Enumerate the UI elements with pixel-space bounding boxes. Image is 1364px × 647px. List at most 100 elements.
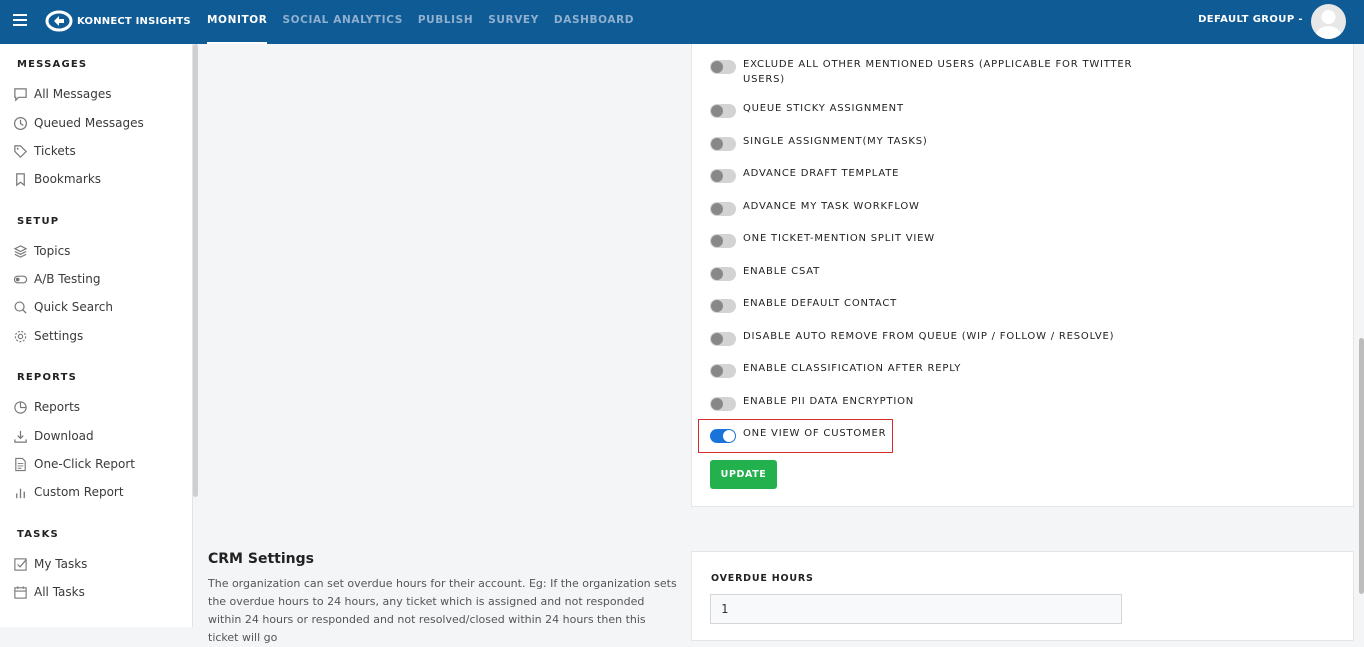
enable-csat-toggle[interactable] bbox=[710, 267, 736, 281]
sidebar-item-my-tasks[interactable]: My Tasks bbox=[13, 554, 87, 574]
top-nav: MONITOR SOCIAL ANALYTICS PUBLISH SURVEY … bbox=[207, 0, 649, 44]
logo-icon bbox=[45, 10, 73, 32]
nav-monitor[interactable]: MONITOR bbox=[207, 0, 268, 44]
nav-publish[interactable]: PUBLISH bbox=[418, 0, 473, 44]
sidebar-item-label: Tickets bbox=[34, 144, 76, 158]
sidebar-item-reports[interactable]: Reports bbox=[13, 397, 80, 417]
checkbox-icon bbox=[14, 557, 27, 571]
sidebar-item-label: Download bbox=[34, 429, 94, 443]
sidebar-item-label: Settings bbox=[34, 329, 84, 343]
group-selector[interactable]: DEFAULT GROUP - bbox=[1198, 14, 1303, 25]
setting-label: DISABLE AUTO REMOVE FROM QUEUE (WIP / FO… bbox=[743, 331, 1115, 342]
sidebar-item-topics[interactable]: Topics bbox=[13, 241, 70, 261]
advance-draft-template-toggle[interactable] bbox=[710, 169, 736, 183]
sidebar-item-settings[interactable]: Settings bbox=[13, 326, 83, 346]
classification-after-reply-toggle[interactable] bbox=[710, 364, 736, 378]
sidebar-item-label: Reports bbox=[34, 400, 81, 414]
logo-text: KONNECT INSIGHTS bbox=[77, 15, 191, 27]
sidebar-item-custom-report[interactable]: Custom Report bbox=[13, 482, 124, 502]
setting-label: ONE TICKET-MENTION SPLIT VIEW bbox=[743, 233, 935, 244]
setting-single-assignment: SINGLE ASSIGNMENT(MY TASKS) bbox=[710, 134, 1133, 151]
highlight-box bbox=[698, 419, 893, 453]
menu-icon[interactable] bbox=[13, 14, 27, 26]
pie-chart-icon bbox=[14, 400, 27, 414]
setting-label: ENABLE CLASSIFICATION AFTER REPLY bbox=[743, 363, 962, 374]
top-bar: KONNECT INSIGHTS MONITOR SOCIAL ANALYTIC… bbox=[0, 0, 1364, 44]
bookmark-icon bbox=[16, 172, 25, 186]
download-icon bbox=[14, 430, 27, 443]
crm-settings-description: The organization can set overdue hours f… bbox=[208, 577, 677, 644]
queue-sticky-assignment-toggle[interactable] bbox=[710, 104, 736, 118]
clock-icon bbox=[13, 116, 28, 130]
ticket-mention-split-view-toggle[interactable] bbox=[710, 234, 736, 248]
update-button[interactable]: UPDATE bbox=[710, 460, 777, 489]
main-scrollbar[interactable] bbox=[1359, 338, 1364, 594]
setting-label: ENABLE PII DATA ENCRYPTION bbox=[743, 396, 915, 407]
avatar[interactable] bbox=[1311, 4, 1346, 39]
setting-advance-draft-template: ADVANCE DRAFT TEMPLATE bbox=[710, 166, 1133, 183]
crm-settings-title: CRM Settings bbox=[208, 551, 314, 567]
single-assignment-toggle[interactable] bbox=[710, 137, 736, 151]
setting-queue-sticky-assignment: QUEUE STICKY ASSIGNMENT bbox=[710, 101, 1133, 118]
setting-enable-default-contact: ENABLE DEFAULT CONTACT bbox=[710, 296, 1133, 313]
setting-label: EXCLUDE ALL OTHER MENTIONED USERS (APPLI… bbox=[743, 59, 1133, 85]
search-icon bbox=[14, 300, 27, 314]
sidebar-item-ab-testing[interactable]: A/B Testing bbox=[13, 269, 101, 289]
layers-icon bbox=[13, 244, 28, 258]
setting-label: ADVANCE MY TASK WORKFLOW bbox=[743, 201, 920, 212]
sidebar-item-label: All Tasks bbox=[34, 585, 85, 599]
pii-data-encryption-toggle[interactable] bbox=[710, 397, 736, 411]
setting-ticket-mention-split-view: ONE TICKET-MENTION SPLIT VIEW bbox=[710, 231, 1133, 248]
sidebar-item-tickets[interactable]: Tickets bbox=[13, 141, 76, 161]
setting-classification-after-reply: ENABLE CLASSIFICATION AFTER REPLY bbox=[710, 361, 1133, 378]
user-icon bbox=[1315, 10, 1342, 39]
disable-auto-remove-toggle[interactable] bbox=[710, 332, 736, 346]
setting-label: ENABLE CSAT bbox=[743, 266, 821, 277]
advance-my-task-workflow-toggle[interactable] bbox=[710, 202, 736, 216]
gear-icon bbox=[14, 330, 27, 342]
nav-survey[interactable]: SURVEY bbox=[488, 0, 539, 44]
section-title-reports: REPORTS bbox=[17, 372, 78, 383]
overdue-hours-input[interactable] bbox=[710, 594, 1122, 624]
section-title-setup: SETUP bbox=[17, 216, 60, 227]
sidebar-item-bookmarks[interactable]: Bookmarks bbox=[13, 169, 101, 189]
calendar-icon bbox=[14, 585, 27, 599]
sidebar-item-label: Queued Messages bbox=[34, 116, 144, 130]
setting-advance-my-task-workflow: ADVANCE MY TASK WORKFLOW bbox=[710, 199, 1133, 216]
setting-label: ENABLE DEFAULT CONTACT bbox=[743, 298, 898, 309]
sidebar-item-label: Bookmarks bbox=[34, 172, 102, 186]
enable-default-contact-toggle[interactable] bbox=[710, 299, 736, 313]
section-title-tasks: TASKS bbox=[17, 529, 59, 540]
sidebar-item-quick-search[interactable]: Quick Search bbox=[13, 297, 113, 317]
nav-dashboard[interactable]: DASHBOARD bbox=[554, 0, 634, 44]
sidebar-scrollbar[interactable] bbox=[193, 44, 198, 497]
setting-exclude-mentioned-users: EXCLUDE ALL OTHER MENTIONED USERS (APPLI… bbox=[710, 57, 1133, 87]
sidebar-item-all-tasks[interactable]: All Tasks bbox=[13, 582, 85, 602]
sidebar-item-label: One-Click Report bbox=[34, 457, 135, 471]
document-icon bbox=[15, 457, 26, 471]
exclude-mentioned-users-toggle[interactable] bbox=[710, 60, 736, 74]
sidebar-item-label: My Tasks bbox=[34, 557, 88, 571]
sidebar-item-label: Topics bbox=[34, 244, 71, 258]
sidebar-item-label: Custom Report bbox=[34, 485, 124, 499]
sidebar-item-download[interactable]: Download bbox=[13, 426, 94, 446]
bar-chart-icon bbox=[16, 488, 25, 498]
nav-social-analytics[interactable]: SOCIAL ANALYTICS bbox=[282, 0, 402, 44]
setting-label: SINGLE ASSIGNMENT(MY TASKS) bbox=[743, 136, 928, 147]
message-icon bbox=[14, 87, 27, 102]
sidebar-item-label: All Messages bbox=[34, 87, 112, 101]
setting-label: QUEUE STICKY ASSIGNMENT bbox=[743, 103, 904, 114]
sidebar-item-label: Quick Search bbox=[34, 300, 113, 314]
logo[interactable]: KONNECT INSIGHTS bbox=[45, 10, 191, 32]
sidebar-item-one-click-report[interactable]: One-Click Report bbox=[13, 454, 135, 474]
setting-label: ADVANCE DRAFT TEMPLATE bbox=[743, 168, 900, 179]
sidebar-item-queued-messages[interactable]: Queued Messages bbox=[13, 113, 144, 133]
tag-icon bbox=[14, 144, 27, 158]
setting-enable-csat: ENABLE CSAT bbox=[710, 264, 1133, 281]
setting-disable-auto-remove: DISABLE AUTO REMOVE FROM QUEUE (WIP / FO… bbox=[710, 329, 1133, 346]
section-title-messages: MESSAGES bbox=[17, 59, 88, 70]
toggle-icon bbox=[13, 275, 28, 283]
sidebar-item-label: A/B Testing bbox=[34, 272, 101, 286]
sidebar-item-all-messages[interactable]: All Messages bbox=[13, 84, 112, 104]
overdue-hours-label: OVERDUE HOURS bbox=[711, 573, 814, 584]
